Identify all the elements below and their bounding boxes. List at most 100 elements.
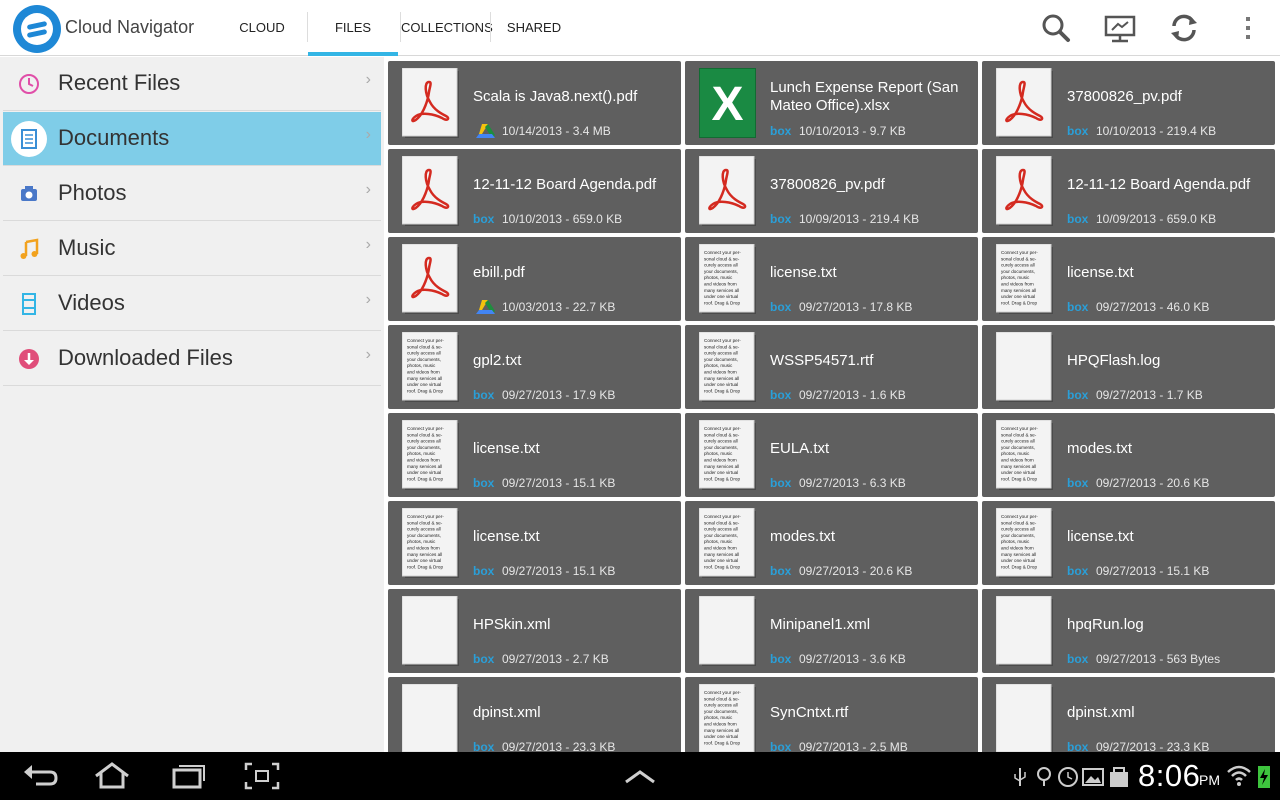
file-tile[interactable]: Scala is Java8.next().pdf 10/14/2013 - 3.… — [388, 61, 681, 145]
svg-text:box: box — [473, 388, 495, 402]
xlsx-file-icon: X — [699, 68, 756, 138]
txt-file-icon: Connect your per-sonal cloud & se-curely… — [996, 508, 1053, 578]
file-tile[interactable]: Minipanel1.xml box 09/27/2013 - 3.6 KB — [685, 589, 978, 673]
search-icon[interactable] — [1038, 10, 1074, 46]
pdf-file-icon — [402, 68, 459, 138]
txt-file-icon: Connect your per-sonal cloud & se-curely… — [996, 420, 1053, 490]
thumbnail-text-line: curely access all — [1001, 439, 1035, 444]
thumbnail-text-line: and videos from — [704, 282, 737, 287]
thumbnail-text-line: and videos from — [704, 722, 737, 727]
file-tile[interactable]: Connect your per-sonal cloud & se-curely… — [685, 325, 978, 409]
file-tile[interactable]: Connect your per-sonal cloud & se-curely… — [388, 501, 681, 585]
sidebar-item-downloaded-files[interactable]: Downloaded Files › — [3, 332, 381, 386]
file-name: Minipanel1.xml — [770, 616, 871, 633]
tab-files[interactable]: FILES — [308, 0, 398, 56]
tab-collections[interactable]: COLLECTIONS — [401, 0, 493, 56]
thumbnail-text-line: photos, music — [704, 275, 733, 280]
tab-shared[interactable]: SHARED — [496, 0, 572, 56]
txt-file-icon: Connect your per-sonal cloud & se-curely… — [699, 420, 756, 490]
svg-text:box: box — [770, 564, 792, 578]
overflow-menu-icon[interactable] — [1230, 10, 1266, 46]
back-icon[interactable] — [18, 760, 62, 792]
file-name: WSSP54571.rtf — [770, 352, 874, 369]
sidebar-item-documents[interactable]: Documents › — [3, 112, 381, 166]
file-tile[interactable]: Connect your per-sonal cloud & se-curely… — [982, 237, 1275, 321]
file-tile[interactable]: Connect your per-sonal cloud & se-curely… — [685, 413, 978, 497]
file-tile[interactable]: X Lunch Expense Report (San Mateo Office)… — [685, 61, 978, 145]
up-chevron-icon[interactable] — [618, 760, 662, 792]
file-tile[interactable]: 12-11-12 Board Agenda.pdf box 10/10/2013 -… — [388, 149, 681, 233]
box-logo-icon: box — [770, 476, 792, 490]
thumbnail-text-line: many services all — [704, 376, 739, 381]
thumbnail-text-line: Connect your per- — [407, 426, 444, 431]
app-title: Cloud Navigator — [65, 17, 195, 37]
file-tile[interactable]: 37800826_pv.pdf box 10/09/2013 - 219.4 KB — [685, 149, 978, 233]
thumbnail-text-line: your documents, — [704, 709, 738, 714]
thumbnail-text-line: curely access all — [407, 439, 441, 444]
file-tile[interactable]: Connect your per-sonal cloud & se-curely… — [982, 413, 1275, 497]
file-tile[interactable]: hpqRun.log box 09/27/2013 - 563 Bytes — [982, 589, 1275, 673]
box-logo-icon: box — [770, 124, 792, 138]
file-name: 12-11-12 Board Agenda.pdf — [1067, 176, 1251, 193]
file-tile[interactable]: HPQFlash.log box 09/27/2013 - 1.7 KB — [982, 325, 1275, 409]
thumbnail-text-line: many services all — [407, 464, 442, 469]
thumbnail-text-line: roof. Drag & Drop — [407, 388, 443, 393]
tab-cloud[interactable]: CLOUD — [222, 0, 302, 56]
thumbnail-text-line: sonal cloud & se- — [407, 432, 443, 437]
thumbnail-text-line: roof. Drag & Drop — [704, 300, 740, 305]
file-date-size: 09/27/2013 - 2.5 MB — [799, 740, 908, 752]
svg-text:box: box — [473, 212, 495, 226]
file-date-size: 09/27/2013 - 20.6 KB — [799, 564, 913, 578]
thumbnail-text-line: and videos from — [704, 458, 737, 463]
thumbnail-text-line: under one virtual — [704, 558, 738, 563]
file-tile[interactable]: Connect your per-sonal cloud & se-curely… — [685, 501, 978, 585]
pdf-file-icon — [402, 156, 459, 226]
file-date-size: 10/10/2013 - 659.0 KB — [502, 212, 623, 226]
home-icon[interactable] — [90, 760, 134, 792]
thumbnail-text-line: photos, music — [1001, 539, 1030, 544]
thumbnail-text-line: roof. Drag & Drop — [704, 740, 740, 745]
app-root: Cloud Navigator CLOUD FILES COLLECTIONS … — [0, 0, 1280, 800]
file-tile[interactable]: Connect your per-sonal cloud & se-curely… — [982, 501, 1275, 585]
pdf-file-icon — [996, 68, 1053, 138]
sidebar-item-photos[interactable]: Photos › — [3, 167, 381, 221]
thumbnail-text-line: under one virtual — [407, 470, 441, 475]
lightbulb-icon — [1037, 767, 1051, 786]
file-tile[interactable]: Connect your per-sonal cloud & se-curely… — [388, 325, 681, 409]
file-name: HPSkin.xml — [473, 616, 551, 633]
app-logo-icon[interactable] — [13, 5, 61, 53]
screenshot-icon[interactable] — [240, 760, 284, 792]
file-tile[interactable]: dpinst.xml box 09/27/2013 - 23.3 KB — [982, 677, 1275, 752]
sidebar-item-label: Videos — [58, 290, 125, 315]
file-tile[interactable]: Connect your per-sonal cloud & se-curely… — [685, 237, 978, 321]
box-logo-icon: box — [1067, 212, 1089, 226]
file-tile[interactable]: 37800826_pv.pdf box 10/10/2013 - 219.4 KB — [982, 61, 1275, 145]
file-date-size: 10/09/2013 - 659.0 KB — [1096, 212, 1217, 226]
file-tile[interactable]: ebill.pdf 10/03/2013 - 22.7 KB — [388, 237, 681, 321]
box-logo-icon: box — [473, 212, 495, 226]
file-tile[interactable]: dpinst.xml box 09/27/2013 - 23.3 KB — [388, 677, 681, 752]
svg-text:box: box — [473, 476, 495, 490]
box-logo-icon: box — [473, 476, 495, 490]
refresh-icon[interactable] — [1166, 10, 1202, 46]
sidebar-item-music[interactable]: Music › — [3, 222, 381, 276]
thumbnail-text-line: Connect your per- — [704, 690, 741, 695]
file-date-size: 09/27/2013 - 20.6 KB — [1096, 476, 1210, 490]
file-tile[interactable]: HPSkin.xml box 09/27/2013 - 2.7 KB — [388, 589, 681, 673]
sidebar-item-videos[interactable]: Videos › — [3, 277, 381, 331]
sidebar-item-label: Downloaded Files — [58, 345, 233, 370]
thumbnail-text-line: your documents, — [704, 357, 738, 362]
file-tile[interactable]: Connect your per-sonal cloud & se-curely… — [388, 413, 681, 497]
sidebar-item-recent-files[interactable]: Recent Files › — [3, 57, 381, 111]
file-tile[interactable]: 12-11-12 Board Agenda.pdf box 10/09/2013 -… — [982, 149, 1275, 233]
chevron-right-icon: › — [365, 181, 371, 198]
blank-file-icon — [996, 596, 1053, 666]
thumbnail-text-line: your documents, — [1001, 269, 1035, 274]
recent-apps-icon[interactable] — [166, 760, 210, 792]
svg-text:box: box — [770, 300, 792, 314]
chevron-right-icon: › — [365, 291, 371, 308]
cast-screen-icon[interactable] — [1102, 10, 1138, 46]
file-date-size: 09/27/2013 - 15.1 KB — [1096, 564, 1210, 578]
thumbnail-text-line: roof. Drag & Drop — [704, 476, 740, 481]
file-tile[interactable]: Connect your per-sonal cloud & se-curely… — [685, 677, 978, 752]
